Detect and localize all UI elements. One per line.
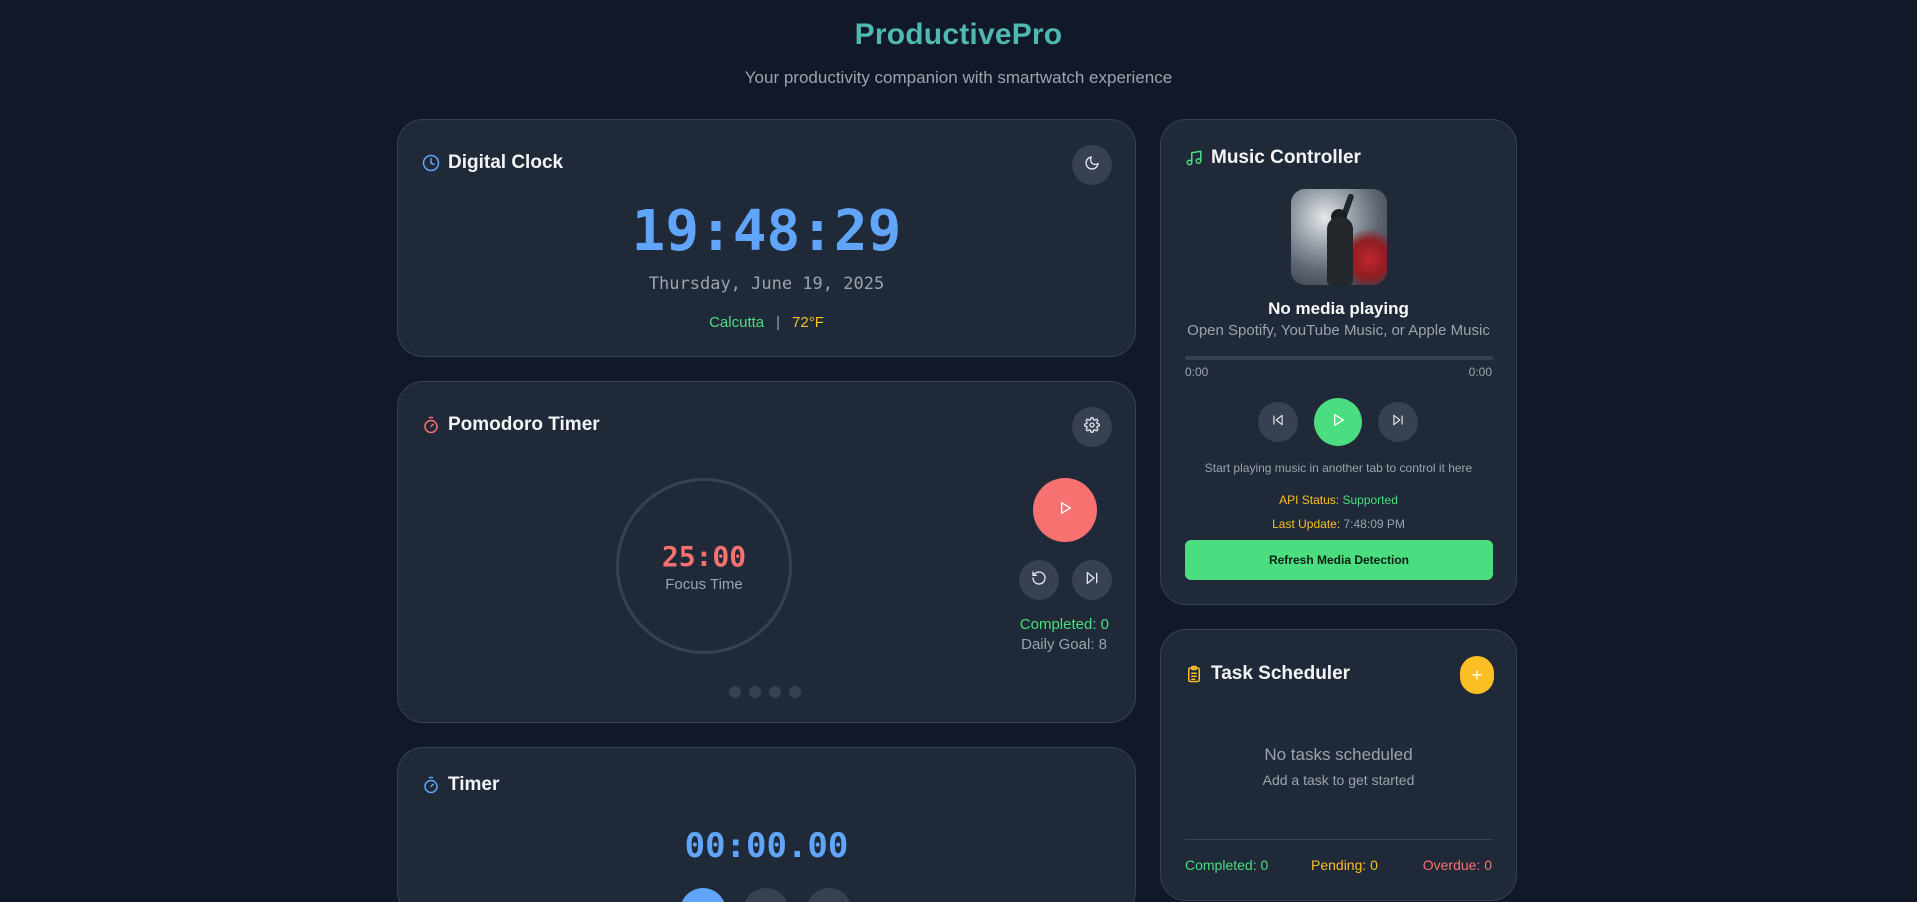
pomodoro-session-dots bbox=[729, 686, 801, 698]
gear-icon bbox=[1084, 416, 1100, 438]
pomodoro-skip-button[interactable] bbox=[1072, 560, 1112, 600]
track-title: No media playing bbox=[1268, 299, 1409, 318]
pomodoro-daily-goal: Daily Goal: 8 bbox=[1021, 636, 1107, 653]
play-icon bbox=[1057, 500, 1073, 521]
theme-toggle-button[interactable] bbox=[1072, 145, 1112, 185]
stopwatch-icon bbox=[422, 776, 440, 794]
last-update-label: Last Update: bbox=[1272, 517, 1341, 531]
timer-time: 00:00.00 bbox=[684, 826, 849, 866]
timer-card: Timer 00:00.00 bbox=[397, 747, 1136, 902]
music-note-icon bbox=[1185, 149, 1203, 167]
pomodoro-header: Pomodoro Timer bbox=[422, 414, 600, 436]
api-status: API Status: Supported bbox=[1161, 493, 1516, 507]
clock-date: Thursday, June 19, 2025 bbox=[648, 274, 885, 294]
track-subtitle: Open Spotify, YouTube Music, or Apple Mu… bbox=[1187, 322, 1490, 339]
clock-city: Calcutta bbox=[709, 314, 765, 331]
album-art-figure bbox=[1327, 217, 1353, 285]
tasks-completed: Completed: 0 bbox=[1185, 857, 1269, 873]
skip-back-icon bbox=[1271, 413, 1285, 432]
app-subtitle: Your productivity companion with smartwa… bbox=[744, 68, 1173, 87]
pomodoro-title: Pomodoro Timer bbox=[448, 414, 600, 435]
music-controller-card: Music Controller No media playing Open S… bbox=[1160, 119, 1517, 605]
last-update-value: 7:48:09 PM bbox=[1343, 517, 1405, 531]
previous-track-button[interactable] bbox=[1258, 402, 1298, 442]
task-scheduler-card: Task Scheduler + No tasks scheduled Add … bbox=[1160, 629, 1517, 901]
clock-separator: | bbox=[776, 314, 781, 331]
next-track-button[interactable] bbox=[1378, 402, 1418, 442]
timer-title: Timer bbox=[448, 774, 500, 795]
clock-temperature: 72°F bbox=[792, 314, 824, 331]
tasks-divider bbox=[1185, 839, 1493, 840]
pomodoro-time: 25:00 bbox=[661, 540, 747, 573]
task-scheduler-header: Task Scheduler bbox=[1185, 663, 1350, 685]
skip-forward-icon bbox=[1084, 570, 1100, 591]
api-status-value: Supported bbox=[1342, 493, 1398, 507]
pomodoro-play-button[interactable] bbox=[1033, 478, 1097, 542]
pomodoro-completed: Completed: 0 bbox=[1019, 616, 1109, 633]
music-play-button[interactable] bbox=[1314, 398, 1362, 446]
tasks-empty-title: No tasks scheduled bbox=[1264, 745, 1413, 764]
tasks-overdue: Overdue: 0 bbox=[1422, 857, 1492, 873]
clock-time: 19:48:29 bbox=[631, 199, 902, 264]
clock-location-weather: Calcutta | 72°F bbox=[398, 314, 1135, 331]
music-hint: Start playing music in another tab to co… bbox=[1204, 461, 1473, 475]
session-dot bbox=[789, 686, 801, 698]
last-update: Last Update: 7:48:09 PM bbox=[1161, 517, 1516, 531]
timer-reset-button[interactable] bbox=[806, 888, 852, 902]
digital-clock-card: Digital Clock 19:48:29 Thursday, June 19… bbox=[397, 119, 1136, 357]
moon-icon bbox=[1084, 155, 1100, 176]
reset-icon bbox=[1031, 570, 1047, 591]
session-dot bbox=[729, 686, 741, 698]
tasks-empty-subtitle: Add a task to get started bbox=[1262, 772, 1415, 788]
album-art bbox=[1291, 189, 1387, 285]
clipboard-icon bbox=[1185, 665, 1203, 683]
session-dot bbox=[769, 686, 781, 698]
pomodoro-settings-button[interactable] bbox=[1072, 407, 1112, 447]
refresh-media-button[interactable]: Refresh Media Detection bbox=[1185, 540, 1493, 580]
app-title: ProductivePro bbox=[854, 18, 1063, 51]
music-controller-title: Music Controller bbox=[1211, 147, 1361, 168]
digital-clock-header: Digital Clock bbox=[422, 152, 563, 174]
pomodoro-timer-card: Pomodoro Timer 25:00 Focus Time Complete… bbox=[397, 381, 1136, 723]
clock-icon bbox=[422, 154, 440, 172]
timer-header: Timer bbox=[422, 774, 499, 796]
add-task-button[interactable]: + bbox=[1460, 656, 1494, 694]
app-header: ProductivePro Your productivity companio… bbox=[0, 18, 1917, 88]
music-controller-header: Music Controller bbox=[1185, 147, 1361, 169]
stopwatch-icon bbox=[422, 416, 440, 434]
digital-clock-title: Digital Clock bbox=[448, 152, 564, 173]
tasks-pending: Pending: 0 bbox=[1311, 857, 1378, 873]
task-scheduler-title: Task Scheduler bbox=[1211, 663, 1351, 684]
skip-forward-icon bbox=[1391, 413, 1405, 432]
api-status-label: API Status: bbox=[1279, 493, 1340, 507]
elapsed-time: 0:00 bbox=[1185, 365, 1209, 379]
session-dot bbox=[749, 686, 761, 698]
pomodoro-mode-label: Focus Time bbox=[665, 576, 743, 593]
timer-lap-button[interactable] bbox=[743, 888, 789, 902]
music-progress-bar[interactable] bbox=[1185, 356, 1493, 360]
duration-time: 0:00 bbox=[1468, 365, 1492, 379]
pomodoro-reset-button[interactable] bbox=[1019, 560, 1059, 600]
timer-start-button[interactable] bbox=[680, 888, 726, 902]
play-icon bbox=[1330, 412, 1346, 433]
